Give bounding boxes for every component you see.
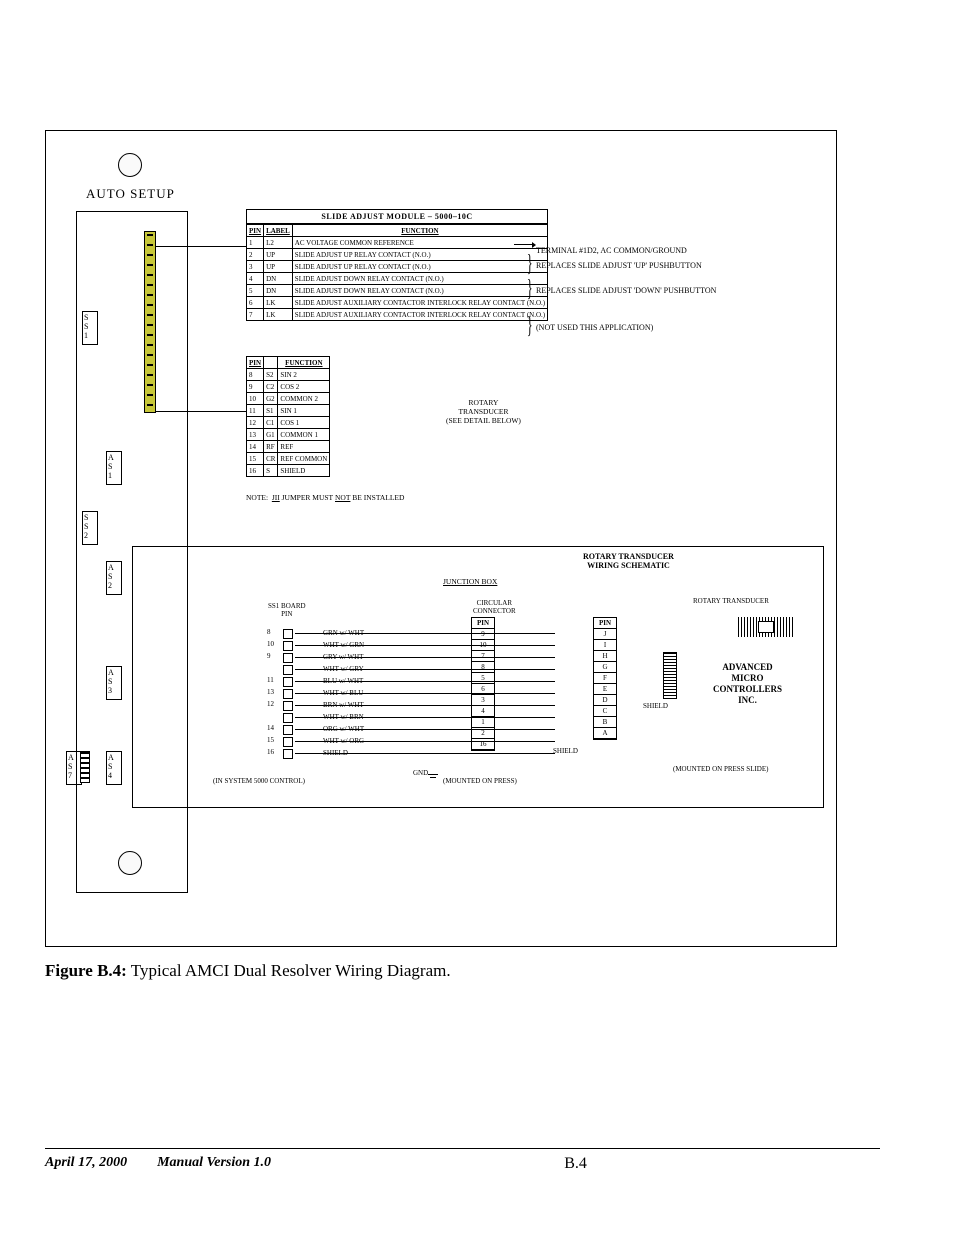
autosetup-label: AUTO SETUP <box>86 186 175 202</box>
footer-date: April 17, 2000 <box>45 1155 127 1171</box>
slot-as4: AS4 <box>106 751 122 785</box>
wiring-panel: ROTARY TRANSDUCERWIRING SCHEMATIC JUNCTI… <box>132 546 824 808</box>
wire-row: 9GRY w/ WHT <box>283 653 583 663</box>
slot-ss2: SS2 <box>82 511 98 545</box>
encoder-icon <box>663 652 677 699</box>
transducer-pins: PINJIHGFEDCBA <box>593 617 617 740</box>
wire-row: 15WHT w/ ORG <box>283 737 583 747</box>
page-footer: April 17, 2000 Manual Version 1.0 B.4 <box>45 1148 880 1173</box>
wire-row: 10WHT w/ GRN <box>283 641 583 651</box>
shield-label: SHIELD <box>643 702 668 710</box>
pin-table-2: PINFUNCTION 8S2SIN 29C2COS 210G2COMMON 2… <box>246 356 330 477</box>
table1-caption: SLIDE ADJUST MODULE – 5000–10C <box>246 209 548 224</box>
footer-version: Manual Version 1.0 <box>157 1155 271 1171</box>
brace-icon: } <box>527 276 533 303</box>
shield-label: SHIELD <box>553 747 578 755</box>
circular-connector-pins: PIN9107856341216 <box>471 617 495 751</box>
wire-row: 14ORG w/ WHT <box>283 725 583 735</box>
note-unused: (NOT USED THIS APPLICATION) <box>536 323 653 332</box>
amci-label: ADVANCEDMICROCONTROLLERSINC. <box>713 662 782 706</box>
rotary-transducer-label: ROTARY TRANSDUCER <box>693 597 769 605</box>
panel-title: ROTARY TRANSDUCERWIRING SCHEMATIC <box>583 552 674 570</box>
pin-table-1: SLIDE ADJUST MODULE – 5000–10C PINLABELF… <box>246 209 548 321</box>
wire-row: 13WHT w/ BLU <box>283 689 583 699</box>
mount-note: (MOUNTED ON PRESS) <box>443 777 517 785</box>
arrow-icon <box>514 244 532 245</box>
mount-note: (IN SYSTEM 5000 CONTROL) <box>213 777 305 785</box>
slot-ss1: SS1 <box>82 311 98 345</box>
ground-label: GND <box>413 769 438 777</box>
jumper-note: NOTE: JII JUMPER MUST NOT BE INSTALLED <box>246 493 404 502</box>
wire-row: 8GRN w/ WHT <box>283 629 583 639</box>
brace-icon: } <box>527 251 533 278</box>
note-up: REPLACES SLIDE ADJUST 'UP' PUSHBUTTON <box>536 261 702 270</box>
slot-as3: AS3 <box>106 666 122 700</box>
figure-box: AUTO SETUP SS1 SS2 AS1 AS2 AS3 AS4 AS7 S… <box>45 130 837 947</box>
figure-caption: Figure B.4: Typical AMCI Dual Resolver W… <box>45 961 880 981</box>
wire-row: 12BRN w/ WHT <box>283 701 583 711</box>
circular-connector-label: CIRCULARCONNECTOR <box>473 599 516 615</box>
junction-box-label: JUNCTION BOX <box>443 577 497 586</box>
gear-icon <box>118 153 142 177</box>
wire-row: WHT w/ GRY <box>283 665 583 675</box>
brace-icon: } <box>527 313 533 340</box>
wire <box>156 246 246 247</box>
mount-note: (MOUNTED ON PRESS SLIDE) <box>673 765 768 773</box>
wire <box>156 411 246 412</box>
slot-as7-dots <box>80 751 90 783</box>
slot-as2: AS2 <box>106 561 122 595</box>
note-terminal: TERMINAL #1D2, AC COMMON/GROUND <box>536 246 687 255</box>
pcb-icon <box>738 617 793 637</box>
wire-row: 16SHIELD <box>283 749 583 759</box>
rotary-label: ROTARYTRANSDUCER(SEE DETAIL BELOW) <box>446 398 521 425</box>
note-down: REPLACES SLIDE ADJUST 'DOWN' PUSHBUTTON <box>536 286 716 295</box>
wire-row: WHT w/ BRN <box>283 713 583 723</box>
wire-row: 11BLU w/ WHT <box>283 677 583 687</box>
terminal-block <box>144 231 156 413</box>
slot-as1: AS1 <box>106 451 122 485</box>
ss1-board-label: SS1 BOARDPIN <box>268 602 306 618</box>
